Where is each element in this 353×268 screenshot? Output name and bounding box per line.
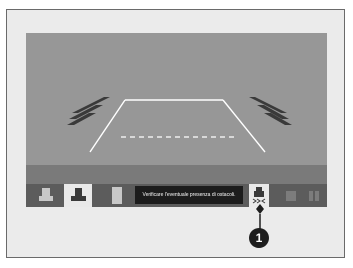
callout-number: 1 — [249, 228, 269, 248]
left-sensor-indicator — [67, 97, 110, 125]
normal-view-button[interactable] — [34, 184, 58, 207]
car-normal-view-icon — [39, 188, 53, 201]
guideline-setting-button[interactable] — [282, 184, 300, 207]
rear-camera-view — [26, 33, 327, 207]
parking-guidelines — [89, 99, 266, 153]
wide-view-button[interactable] — [64, 184, 92, 207]
settings-button[interactable] — [305, 184, 323, 207]
right-sensor-indicator — [249, 97, 292, 125]
guideline-icon — [286, 191, 296, 201]
obstacle-warning-message: Verificare l'eventuale presenza di ostac… — [135, 186, 243, 204]
top-down-view-button[interactable] — [108, 184, 126, 207]
callout-leader — [256, 204, 264, 229]
settings-icon — [309, 191, 319, 201]
car-wide-view-icon — [71, 188, 86, 201]
car-top-down-view-icon — [112, 187, 122, 204]
callout-diamond — [256, 204, 264, 214]
